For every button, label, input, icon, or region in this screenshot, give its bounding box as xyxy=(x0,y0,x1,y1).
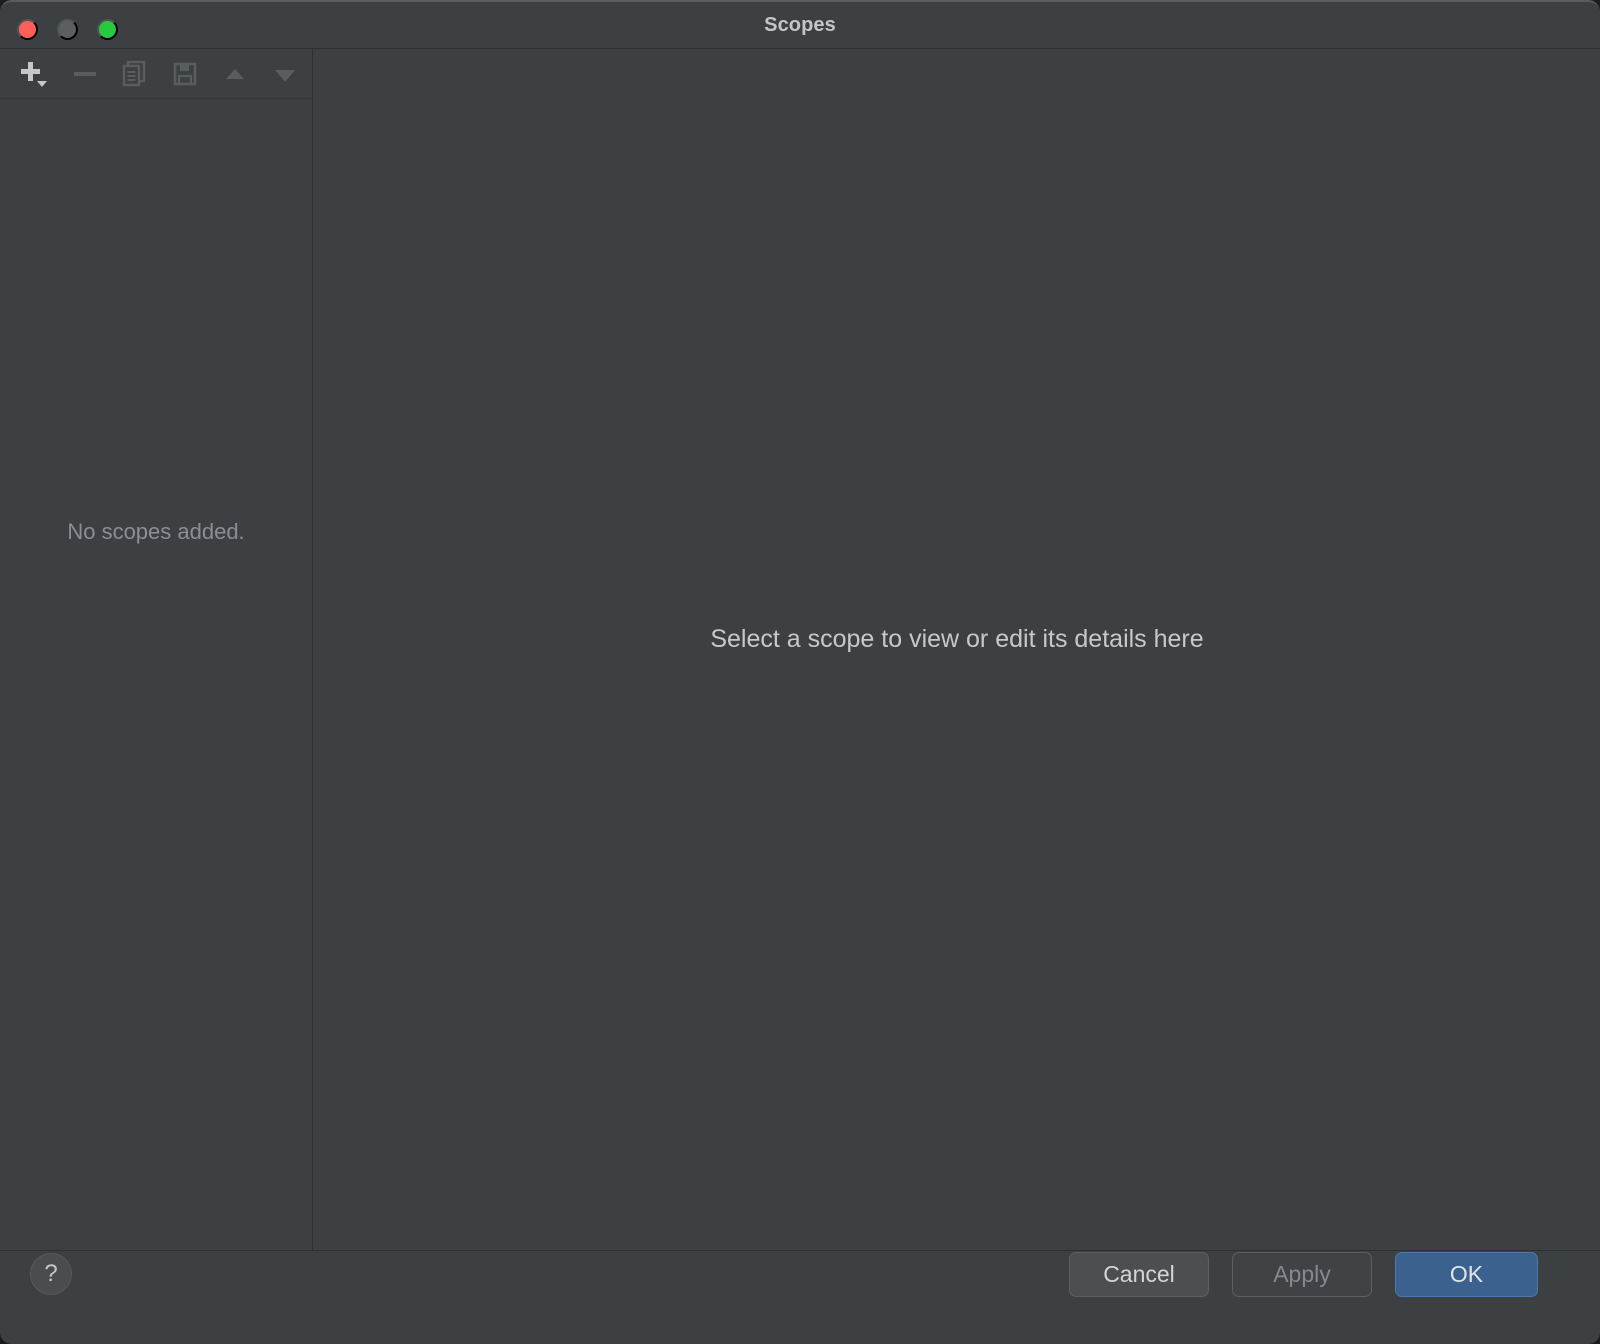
title-bar: Scopes xyxy=(0,2,1600,49)
scopes-empty-message: No scopes added. xyxy=(67,519,245,544)
minus-icon xyxy=(70,59,100,89)
help-button[interactable]: ? xyxy=(30,1253,72,1295)
copy-scope-button[interactable] xyxy=(110,52,160,96)
ok-button[interactable]: OK xyxy=(1395,1252,1538,1297)
triangle-up-icon xyxy=(220,59,250,89)
dialog-body: No scopes added. Select a scope to view … xyxy=(0,49,1600,1250)
window-title: Scopes xyxy=(764,14,836,36)
remove-scope-button[interactable] xyxy=(60,52,110,96)
add-scope-button[interactable] xyxy=(10,52,60,96)
move-down-button[interactable] xyxy=(260,52,310,96)
scopes-toolbar xyxy=(0,49,312,99)
save-icon xyxy=(170,59,200,89)
apply-button[interactable]: Apply xyxy=(1232,1252,1372,1297)
copy-icon xyxy=(120,59,150,89)
scopes-dialog-window: Scopes No scopes added. Select a scope t… xyxy=(0,0,1600,1344)
cancel-button[interactable]: Cancel xyxy=(1069,1252,1209,1297)
scopes-list[interactable]: No scopes added. xyxy=(0,99,312,1250)
save-scope-button[interactable] xyxy=(160,52,210,96)
scope-detail-panel: Select a scope to view or edit its detai… xyxy=(314,49,1600,1250)
move-up-button[interactable] xyxy=(210,52,260,96)
triangle-down-icon xyxy=(270,59,300,89)
scopes-sidebar: No scopes added. xyxy=(0,49,313,1250)
dialog-action-buttons: Cancel Apply OK xyxy=(1069,1252,1538,1297)
scope-detail-placeholder: Select a scope to view or edit its detai… xyxy=(710,625,1204,653)
plus-dropdown-icon xyxy=(18,59,52,89)
